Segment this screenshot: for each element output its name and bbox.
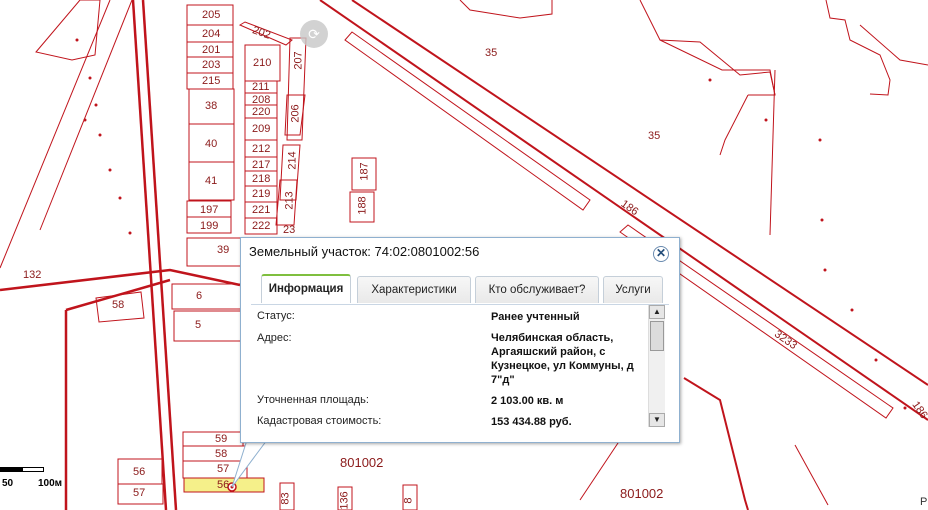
- parcel-label: 218: [252, 173, 271, 185]
- field-label-status: Статус:: [257, 310, 295, 322]
- parcel-label: 132: [23, 269, 42, 281]
- scroll-thumb[interactable]: [650, 321, 664, 351]
- parcel-label: 188: [356, 196, 369, 215]
- parcel-label: 57: [133, 487, 146, 499]
- scale-segment: [0, 467, 22, 472]
- info-scrollbar[interactable]: ▲ ▼: [648, 305, 665, 427]
- parcel-label: 58: [215, 448, 228, 460]
- parcel-label: 136: [338, 491, 351, 510]
- parcel-label: 213: [283, 191, 296, 210]
- field-label-area: Уточненная площадь:: [257, 394, 369, 406]
- parcel-label: 59: [215, 433, 228, 445]
- parcel-outline[interactable]: [35, 0, 101, 61]
- parcel-label: 204: [202, 28, 221, 40]
- scroll-down-icon[interactable]: ▼: [649, 413, 665, 427]
- address-line: Аргаяшский район, с: [491, 346, 606, 358]
- parcel-label: 35: [485, 47, 498, 59]
- parcel-label: 208: [252, 94, 271, 106]
- parcel-label: 205: [202, 9, 221, 21]
- parcel-label: 209: [252, 123, 271, 135]
- parcel-outline: [39, 0, 133, 231]
- parcel-label: 23: [283, 224, 296, 236]
- parcel-label: 215: [202, 75, 221, 87]
- parcel-label: 57: [217, 463, 230, 475]
- parcel-label: 212: [252, 143, 271, 155]
- parcel-label: 58: [112, 299, 125, 311]
- parcel-label: 38: [205, 100, 218, 112]
- tab-characteristics[interactable]: Характеристики: [357, 276, 471, 303]
- parcel-label: 5: [195, 319, 202, 331]
- parcel-label: 206: [289, 104, 302, 123]
- edge-label: Р: [920, 496, 928, 508]
- info-panel: Статус: Ранее учтенный Адрес: Челябинска…: [251, 304, 656, 432]
- tab-who-serves[interactable]: Кто обслуживает?: [475, 276, 599, 303]
- parcel-label: 210: [253, 57, 272, 69]
- scale-label-left: 50: [2, 478, 14, 489]
- parcel-label: 199: [200, 220, 219, 232]
- parcel-label: 56: [133, 466, 146, 478]
- field-value-area: 2 103.00 кв. м: [491, 395, 564, 407]
- scale-bar: 50 100м: [0, 467, 70, 489]
- address-line: Челябинская область,: [491, 332, 614, 344]
- field-label-cadastral-value: Кадастровая стоимость:: [257, 415, 382, 427]
- parcel-info-popup: Земельный участок: 74:02:0801002:56 ✕ Ин…: [240, 237, 680, 443]
- field-value-status: Ранее учтенный: [491, 311, 580, 323]
- parcel-label: 197: [200, 204, 219, 216]
- parcel-label: 220: [252, 106, 271, 118]
- parcel-label: 219: [252, 188, 271, 200]
- parcel-label: 40: [205, 138, 218, 150]
- compass-rose-icon[interactable]: ⟳: [300, 20, 328, 48]
- parcel-label: 201: [202, 44, 221, 56]
- parcel-label: 217: [252, 159, 271, 171]
- popup-title: Земельный участок: 74:02:0801002:56: [249, 244, 480, 259]
- field-value-address: Челябинская область, Аргаяшский район, с…: [491, 331, 634, 387]
- popup-tabs: Информация Характеристики Кто обслуживае…: [251, 274, 669, 305]
- parcel-outline: [0, 0, 111, 269]
- popup-pointer: [231, 440, 268, 488]
- parcel-label: 56: [217, 479, 230, 491]
- parcel-label: 8: [402, 497, 415, 504]
- close-icon[interactable]: ✕: [653, 246, 669, 262]
- block-label: 801002: [620, 486, 664, 501]
- parcel-label: 214: [286, 151, 299, 170]
- parcel-label: 222: [252, 220, 271, 232]
- field-value-cadastral-value: 153 434.88 руб.: [491, 416, 572, 428]
- parcel-label: 221: [252, 204, 271, 216]
- block-label: 801002: [340, 455, 384, 470]
- address-line: Кузнецкое, ул Коммуны, д: [491, 360, 634, 372]
- parcel-label: 83: [279, 492, 292, 505]
- parcel-label: 203: [202, 59, 221, 71]
- parcel-label: 187: [358, 162, 371, 181]
- parcel-label: 6: [196, 290, 203, 302]
- tab-information[interactable]: Информация: [261, 274, 351, 303]
- parcel-label: 207: [292, 51, 305, 70]
- address-line: 7"д": [491, 374, 515, 386]
- parcel-label: 35: [648, 130, 661, 142]
- scroll-up-icon[interactable]: ▲: [649, 305, 665, 319]
- parcel-label: 41: [205, 175, 218, 187]
- parcel-label: 39: [217, 244, 230, 256]
- parcel-label: 211: [252, 81, 270, 93]
- field-label-address: Адрес:: [257, 332, 292, 344]
- scale-label-right: 100м: [38, 478, 63, 489]
- tab-services[interactable]: Услуги: [603, 276, 663, 303]
- scale-segment: [22, 467, 44, 472]
